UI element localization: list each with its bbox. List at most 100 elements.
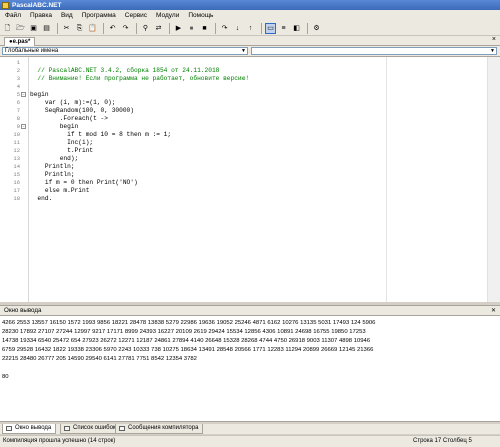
step-over-icon[interactable]: ↷ [219,23,230,34]
compile-icon[interactable]: ⚙ [311,23,322,34]
column-value: 5 [468,438,472,444]
undo-icon[interactable]: ↶ [107,23,118,34]
code-line: var (i, m):=(1, 0); [30,99,116,106]
toolbar: 🗋 🗁 ▣ ▤ ✂ ⎘ 📋 ↶ ↷ ⚲ ⇄ ▶ ⏸ ■ ↷ ↓ ↑ ▭ ≡ ◧ ⚙ [0,21,500,36]
line-number: 7 [16,107,20,114]
scope-select-value: Глобальные имена [5,48,59,54]
line-number: 9 [16,123,20,130]
find-icon[interactable]: ⚲ [140,23,151,34]
fold-toggle-icon[interactable]: − [21,124,26,129]
code-line: end. [30,195,53,202]
menu-item[interactable]: Файл [0,12,25,19]
line-label: Строка [413,438,433,444]
fold-toggle-icon[interactable]: − [21,92,26,97]
navigation-combos: Глобальные имена ▼ ▼ [0,46,500,56]
code-line: SeqRandom(100, 0, 30000) [30,107,134,114]
step-into-icon[interactable]: ↓ [232,23,243,34]
code-line: .Foreach(t -> [30,115,108,122]
line-number: 3 [16,75,20,82]
debug-icon[interactable]: ◧ [291,23,302,34]
right-margin-line [386,57,387,302]
code-line: begin [30,91,49,98]
editor-tab-bar: ●e.pas* × [0,36,500,46]
line-number: 5 [16,91,20,98]
save-all-icon[interactable]: ▤ [41,23,52,34]
code-line: // PascalABC.NET 3.4.2, сборка 1854 от 2… [30,67,220,74]
cut-icon[interactable]: ✂ [61,23,72,34]
output-window[interactable]: 4266 2553 13557 16150 1572 1993 9856 182… [0,315,500,422]
tab-label: Окно вывода [15,425,52,431]
code-line: Inc(i); [30,139,94,146]
tab-compiler-messages[interactable]: Сообщения компилятора [115,424,204,434]
save-icon[interactable]: ▣ [28,23,39,34]
toolbar-separator [307,22,308,34]
redo-icon[interactable]: ↷ [120,23,131,34]
line-value: 17 [434,438,442,444]
tab-error-list[interactable]: Список ошибок [60,424,121,434]
member-select[interactable]: ▼ [251,47,497,55]
code-line: begin [30,123,79,130]
line-number: 4 [16,83,20,90]
run-icon[interactable]: ▶ [173,23,184,34]
line-number: 15 [13,171,20,178]
output-line: 6759 29528 16432 1822 19338 23306 5970 2… [2,347,374,353]
panel-icon [119,426,125,431]
menu-item[interactable]: Модули [151,12,183,19]
new-file-icon[interactable]: 🗋 [2,23,13,34]
replace-icon[interactable]: ⇄ [153,23,164,34]
output-line: 28230 17892 27107 27244 12997 9217 17171… [2,329,366,335]
scope-select[interactable]: Глобальные имена ▼ [2,47,248,55]
code-line: Println; [30,171,75,178]
output-line: 4266 2553 13557 16150 1572 1993 9856 182… [2,320,376,326]
panel-icon [64,426,70,431]
menu-item[interactable]: Правка [25,12,56,19]
line-number: 8 [16,115,20,122]
editor-vertical-scrollbar[interactable] [487,57,500,302]
menu-item[interactable]: Вид [56,12,77,19]
line-number-gutter: 1 2 3 4 5−6 7 8 9−10 11 12 13 14 15 16 17 18 [0,57,29,302]
code-editor[interactable]: 1 2 3 4 5−6 7 8 9−10 11 12 13 14 15 16 17 18 // PascalA… [0,56,500,302]
tab-label: Список ошибок [73,425,116,431]
tab-output-window[interactable]: Окно вывода [2,424,57,434]
toggle-output-icon[interactable]: ▭ [265,22,276,34]
line-number: 12 [13,147,20,154]
toolbar-separator [136,22,137,34]
menu-item[interactable]: Помощь [183,12,217,19]
code-area[interactable]: // PascalABC.NET 3.4.2, сборка 1854 от 2… [28,57,488,302]
open-folder-icon[interactable]: 🗁 [15,23,26,34]
step-out-icon[interactable]: ↑ [245,23,256,34]
stop-icon[interactable]: ■ [199,23,210,34]
code-line: // Внимание! Если программа не работает,… [30,75,250,82]
copy-icon[interactable]: ⎘ [74,23,85,34]
code-line: t.Print [30,147,94,154]
code-line: end); [30,155,79,162]
menu-item[interactable]: Сервис [120,12,151,19]
pause-icon[interactable]: ⏸ [186,23,197,34]
toolbar-separator [169,22,170,34]
line-number: 1 [16,59,20,66]
column-label: Столбец [442,438,467,444]
output-line: 14738 19334 6540 25472 654 27923 26272 1… [2,338,371,344]
line-number: 16 [13,179,20,186]
format-icon[interactable]: ≡ [278,23,289,34]
line-number: 2 [16,67,20,74]
code-line: if m = 0 then Print('NO') [30,179,138,186]
toolbar-separator [103,22,104,34]
toolbar-separator [215,22,216,34]
toolbar-separator [57,22,58,34]
menu-item[interactable]: Программа [77,12,120,19]
line-number: 18 [13,195,20,202]
status-message: Компиляция прошла успешно (14 строк) [3,438,116,444]
window-title: PascalABC.NET [12,1,62,9]
output-line: 80 [2,374,9,380]
code-line: else m.Print [30,187,90,194]
bottom-tab-bar: Окно вывода Список ошибок Сообщения компил… [0,424,500,434]
app-icon [2,1,9,9]
code-line: Println; [30,163,75,170]
editor-tab-e-pas[interactable]: ●e.pas* [4,37,36,46]
close-tab-icon[interactable]: × [492,36,496,43]
paste-icon[interactable]: 📋 [87,23,98,34]
cursor-position: Строка 17 Столбец 5 [413,436,472,447]
chevron-down-icon: ▼ [241,48,246,54]
code-line: if t mod 10 = 8 then m := 1; [30,131,172,138]
